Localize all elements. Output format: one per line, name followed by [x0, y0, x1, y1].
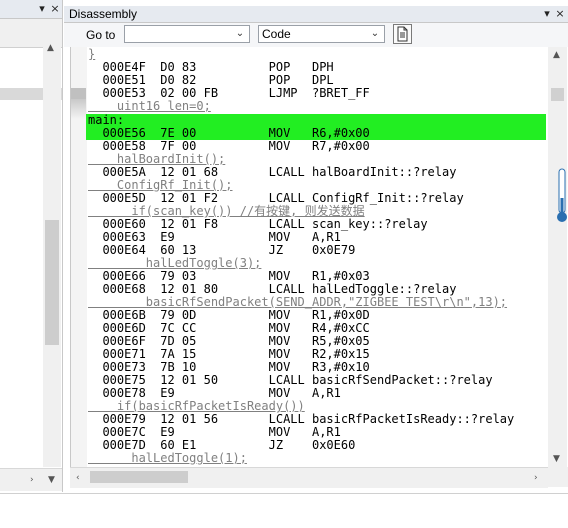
close-icon[interactable]: × — [554, 7, 566, 20]
bottom-panel — [0, 493, 568, 528]
scroll-left-arrow-icon[interactable]: ‹ — [76, 473, 80, 483]
close-icon[interactable]: × — [49, 2, 61, 15]
chevron-down-icon[interactable]: ⌄ — [231, 26, 249, 42]
scroll-up-arrow-icon[interactable]: ▲ — [47, 43, 54, 53]
panel-title: Disassembly — [69, 7, 138, 21]
scroll-right-arrow-icon[interactable]: › — [534, 473, 538, 483]
document-button[interactable] — [393, 24, 412, 44]
left-scrollbar-thumb[interactable] — [45, 220, 59, 345]
scroll-up-arrow-icon[interactable]: ▲ — [553, 50, 560, 60]
scrollbar-thumb[interactable] — [551, 88, 564, 101]
scroll-down-arrow-icon[interactable]: ▼ — [48, 475, 55, 485]
source-line[interactable]: uint16 len=0; — [88, 100, 211, 113]
mode-select-value: Code — [262, 27, 291, 41]
horizontal-scrollbar-thumb[interactable] — [90, 471, 188, 483]
scroll-down-arrow-icon[interactable]: ▼ — [553, 454, 560, 464]
pin-dropdown-icon[interactable]: ▾ — [36, 2, 48, 15]
thermometer-icon — [557, 168, 567, 222]
source-line[interactable]: halLedToggle(1); — [88, 452, 247, 465]
vertical-scrollbar[interactable]: ▲ ▼ — [548, 47, 567, 467]
left-pane-titlebar: ▾ × — [0, 0, 62, 19]
scrollbar-corner — [548, 467, 568, 487]
disassembly-titlebar: ▾ × — [64, 6, 568, 23]
scroll-right-arrow-icon[interactable]: › — [30, 475, 34, 485]
gutter-shade — [71, 99, 86, 119]
left-horizontal-scrollbar[interactable]: › ▼ — [0, 468, 62, 491]
chevron-down-icon[interactable]: ⌄ — [366, 26, 384, 42]
goto-label: Go to — [86, 28, 116, 42]
pin-dropdown-icon[interactable]: ▾ — [541, 7, 553, 20]
document-icon — [397, 26, 408, 42]
